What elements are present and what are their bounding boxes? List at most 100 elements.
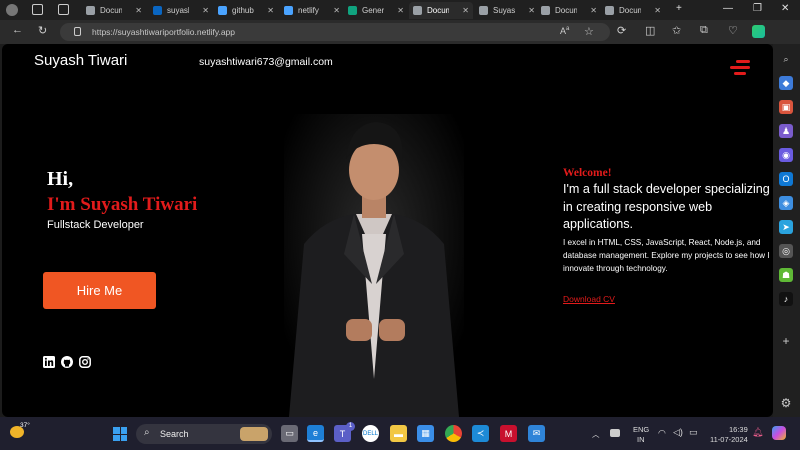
toolbox-icon[interactable]: ▣ [779,100,793,114]
document-icon [86,6,95,15]
browser-tab[interactable]: Genera ✕ [344,2,408,19]
copilot-icon[interactable]: ◉ [779,148,793,162]
download-cv-link[interactable]: Download CV [563,294,615,304]
tab-title: suyash [167,6,189,15]
task-view-icon[interactable]: ▭ [281,425,298,442]
search-icon: ⌕ [144,427,150,438]
tag-icon[interactable]: ◆ [779,76,793,90]
favorite-star-icon[interactable]: ☆ [584,25,594,38]
new-tab-button[interactable]: + [676,3,682,14]
close-tab-icon[interactable]: ✕ [524,6,535,15]
minimize-button[interactable]: — [723,3,733,14]
camera-icon[interactable]: ◎ [779,244,793,258]
taskbar-search[interactable]: ⌕ Search [136,424,272,444]
web-page: Suyash Tiwari suyashtiwari673@gmail.com … [2,44,773,417]
brand-name[interactable]: Suyash Tiwari [34,52,127,69]
profile-icon[interactable] [6,4,18,16]
browser-tab[interactable]: Suyash ✕ [475,2,539,19]
taskbar: 37° ⌕ Search ▭ e T 1 DELL ▬ ▦ ≺ M ✉ ︿ EN… [0,417,800,450]
about-description: I excel in HTML, CSS, JavaScript, React,… [563,238,770,273]
add-icon[interactable]: + [779,334,793,348]
refresh-icon[interactable]: ↻ [38,24,47,37]
tab-title: Docum [100,6,122,15]
outlook-icon[interactable]: O [779,172,793,186]
mcafee-icon[interactable]: M [500,425,517,442]
instagram-icon[interactable] [79,356,91,368]
restore-button[interactable]: ❐ [753,3,762,14]
settings-icon[interactable]: ⚙ [779,396,793,410]
drop-icon[interactable]: ◈ [779,196,793,210]
battery-icon[interactable]: ▭ [689,427,698,438]
browser-tab[interactable]: Docum ✕ [601,2,665,19]
browser-tab[interactable]: Docum ✕ [537,2,601,19]
chrome-icon[interactable] [445,425,462,442]
tab-title: Docum [619,6,641,15]
browser-tab[interactable]: Docum ✕ [82,2,146,19]
browser-toolbar: ← ↻ https://suyashtiwariportfolio.netlif… [0,20,800,44]
hire-me-button[interactable]: Hire Me [43,272,156,309]
close-tab-icon[interactable]: ✕ [650,6,661,15]
language-bottom[interactable]: IN [637,435,645,444]
lock-icon [74,27,81,36]
file-explorer-icon[interactable]: ▬ [390,425,407,442]
linkedin-icon [153,6,162,15]
browser-tab[interactable]: github ✕ [214,2,278,19]
camera-status-icon[interactable] [610,429,620,437]
close-tab-icon[interactable]: ✕ [263,6,274,15]
address-bar[interactable]: https://suyashtiwariportfolio.netlify.ap… [60,23,610,41]
browser-tab[interactable]: suyash ✕ [149,2,213,19]
search-icon [284,6,293,15]
volume-icon[interactable]: ◁) [673,427,683,438]
github-icon[interactable] [61,356,73,368]
close-tab-icon[interactable]: ✕ [458,6,469,15]
wifi-icon[interactable]: ◠ [658,428,666,439]
close-tab-icon[interactable]: ✕ [586,6,597,15]
side-panel: ⌕ ◆ ▣ ♟ ◉ O ◈ ➤ ◎ ☗ ♪ + ⚙ [773,44,800,417]
read-aloud-icon[interactable]: Aa [560,26,569,36]
email-link[interactable]: suyashtiwari673@gmail.com [199,56,333,68]
close-window-button[interactable]: ✕ [781,3,789,14]
language-top[interactable]: ENG [633,425,649,434]
document-icon [605,6,614,15]
browser-essentials-icon[interactable]: ♡ [728,24,738,37]
edge-taskbar-icon[interactable]: e [307,425,324,442]
favorites-icon[interactable]: ✩ [672,24,681,37]
document-icon [541,6,550,15]
browser-tab[interactable]: Docum ✕ [409,2,473,19]
menu-icon[interactable] [730,60,750,76]
document-icon [413,6,422,15]
collections-icon[interactable]: ⧉ [700,24,708,37]
url-text: https://suyashtiwariportfolio.netlify.ap… [92,27,235,37]
back-icon[interactable]: ← [12,24,23,36]
telegram-icon[interactable]: ➤ [779,220,793,234]
close-tab-icon[interactable]: ✕ [329,6,340,15]
close-tab-icon[interactable]: ✕ [393,6,404,15]
hero-portrait [284,114,464,417]
close-tab-icon[interactable]: ✕ [198,6,209,15]
split-screen-icon[interactable]: ◫ [645,24,655,37]
search-icon[interactable]: ⌕ [779,52,793,66]
linkedin-icon[interactable] [43,356,55,368]
vscode-icon[interactable]: ≺ [472,425,489,442]
android-icon[interactable]: ☗ [779,268,793,282]
notifications-icon[interactable]: 🔔︎ [752,427,763,438]
show-hidden-icons[interactable]: ︿ [592,429,600,440]
workspaces-icon[interactable] [32,4,43,15]
chess-icon[interactable]: ♟ [779,124,793,138]
copilot-taskbar-icon[interactable] [772,426,786,440]
close-tab-icon[interactable]: ✕ [131,6,142,15]
clock-date[interactable]: 11-07-2024 [710,435,748,444]
tab-actions-icon[interactable] [58,4,69,15]
mail-icon[interactable]: ✉ [528,425,545,442]
welcome-label: Welcome! [563,167,612,179]
store-icon[interactable]: ▦ [417,425,434,442]
copilot-icon[interactable] [752,25,765,38]
tiktok-icon[interactable]: ♪ [779,292,793,306]
hero-role: Fullstack Developer [47,219,144,231]
dell-icon[interactable]: DELL [362,425,379,442]
extensions-icon[interactable]: ⟳ [617,24,626,37]
clock-time[interactable]: 16:39 [729,425,748,434]
start-button[interactable] [113,427,127,441]
tab-title: Suyash [493,6,515,15]
browser-tab[interactable]: netlify ✕ [280,2,344,19]
